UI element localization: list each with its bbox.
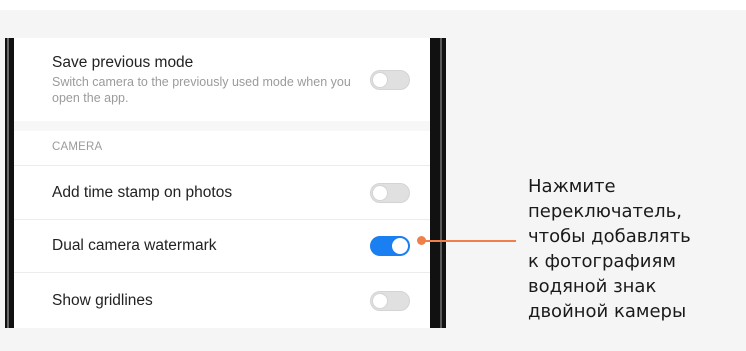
setting-row-dual-camera-watermark[interactable]: Dual camera watermark bbox=[14, 220, 430, 273]
phone-bezel-left bbox=[5, 38, 14, 328]
callout-dot-icon bbox=[417, 236, 426, 245]
top-band bbox=[0, 0, 746, 10]
setting-label: Dual camera watermark bbox=[52, 237, 217, 254]
bottom-band bbox=[0, 331, 746, 351]
gridlines-toggle[interactable] bbox=[370, 290, 410, 311]
toggle-knob bbox=[372, 71, 388, 88]
setting-description: Switch camera to the previously used mod… bbox=[52, 74, 351, 105]
caption-line: чтобы добавлять bbox=[528, 226, 691, 247]
section-gap bbox=[14, 121, 430, 131]
callout-caption: Нажмите переключатель, чтобы добавлять к… bbox=[528, 174, 738, 324]
setting-row-show-gridlines[interactable]: Show gridlines bbox=[14, 273, 430, 328]
save-previous-mode-toggle[interactable] bbox=[370, 69, 410, 90]
section-header-camera: CAMERA bbox=[52, 141, 103, 153]
toggle-knob bbox=[372, 292, 388, 309]
time-stamp-toggle[interactable] bbox=[370, 182, 410, 203]
setting-row-time-stamp[interactable]: Add time stamp on photos bbox=[14, 166, 430, 220]
setting-label: Show gridlines bbox=[52, 291, 153, 309]
caption-line: Нажмите bbox=[528, 176, 616, 197]
phone-bezel-right bbox=[430, 38, 446, 328]
setting-text: Save previous mode Switch camera to the … bbox=[52, 54, 370, 106]
toggle-knob bbox=[392, 238, 408, 254]
camera-settings-screen: Save previous mode Switch camera to the … bbox=[14, 38, 430, 328]
caption-line: водяной знак bbox=[528, 276, 657, 297]
setting-label: Add time stamp on photos bbox=[52, 183, 233, 201]
setting-row-save-previous-mode[interactable]: Save previous mode Switch camera to the … bbox=[14, 38, 430, 121]
caption-line: двойной камеры bbox=[528, 301, 687, 322]
instruction-figure: Save previous mode Switch camera to the … bbox=[0, 0, 746, 351]
setting-title: Save previous mode bbox=[52, 53, 194, 71]
caption-line: к фотографиям bbox=[528, 251, 676, 272]
callout-line bbox=[421, 240, 516, 242]
dual-camera-watermark-toggle[interactable] bbox=[370, 236, 410, 256]
toggle-knob bbox=[372, 184, 388, 201]
caption-line: переключатель, bbox=[528, 201, 682, 222]
